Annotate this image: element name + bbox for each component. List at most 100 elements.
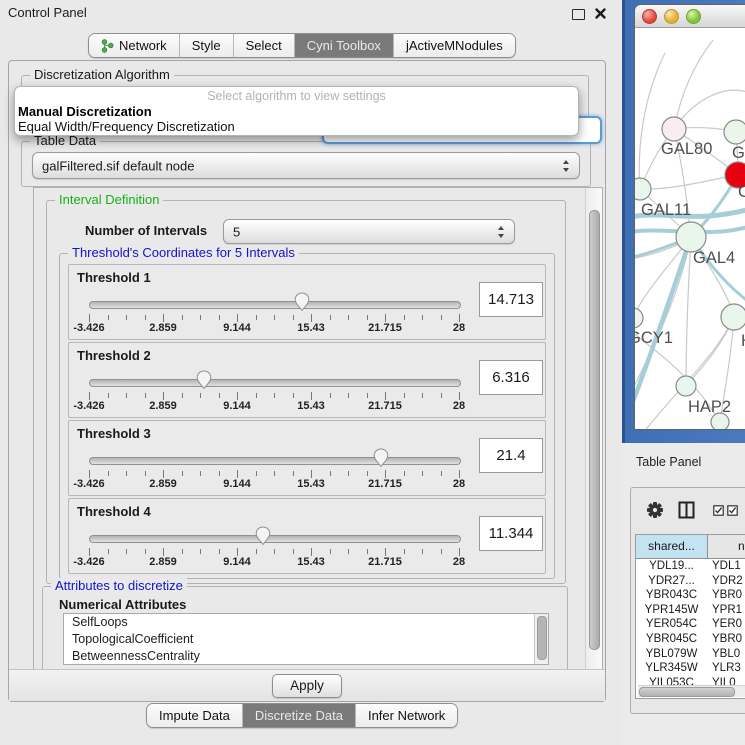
tab-infer-network[interactable]: Infer Network (356, 704, 457, 727)
cell-shared-name[interactable]: YER054C (636, 617, 707, 632)
node-table[interactable]: shared... na YDL19...YDL1YDR27...YDR2YBR… (635, 534, 745, 699)
network-node[interactable] (711, 413, 729, 429)
cell-name[interactable]: YBR0 (707, 588, 745, 603)
network-node-gcy1[interactable] (635, 308, 643, 328)
network-node-hap2[interactable] (676, 376, 696, 396)
popup-option-equal-width-frequency[interactable]: Equal Width/Frequency Discretization (18, 119, 235, 134)
tab-style[interactable]: Style (180, 34, 234, 57)
zoom-traffic-light[interactable] (686, 9, 701, 24)
slider-thumb[interactable] (196, 370, 212, 389)
table-hscrollbar-thumb[interactable] (639, 687, 735, 697)
network-canvas[interactable]: GAL80GCGAL11GAL4GCY1HHAP2 (635, 28, 745, 429)
tab-discretize-data[interactable]: Discretize Data (243, 704, 356, 727)
table-row[interactable]: YDR27...YDR2 (636, 574, 745, 589)
cell-name[interactable]: YDL1 (707, 559, 745, 574)
threshold-2-slider[interactable]: -3.4262.8599.14415.4321.71528 (89, 369, 469, 415)
column-header-name[interactable]: na (708, 535, 745, 558)
numerical-attributes-list[interactable]: SelfLoopsTopologicalCoefficientBetweenne… (63, 613, 549, 665)
slider-thumb[interactable] (255, 526, 271, 545)
threshold-4-slider[interactable]: -3.4262.8599.14415.4321.71528 (89, 525, 469, 571)
tab-jactivemnodules[interactable]: jActiveMNodules (394, 34, 515, 57)
network-node-gal80[interactable] (662, 117, 686, 141)
table-data-combo[interactable]: galFiltered.sif default node (32, 152, 580, 179)
close-panel-icon[interactable] (594, 7, 607, 20)
tab-cyni-toolbox[interactable]: Cyni Toolbox (295, 34, 394, 57)
minimize-traffic-light[interactable] (664, 9, 679, 24)
checkbox-icon[interactable] (713, 505, 724, 516)
attribute-list-item[interactable]: TopologicalCoefficient (64, 631, 548, 648)
network-node-g[interactable] (724, 120, 745, 144)
main-scrollbar[interactable] (585, 188, 602, 670)
network-window-titlebar[interactable] (635, 5, 745, 28)
slider-tick (256, 393, 257, 398)
slider-thumb[interactable] (294, 292, 310, 311)
cell-name[interactable]: YPR1 (707, 603, 745, 618)
network-node-h[interactable] (721, 304, 745, 330)
table-row[interactable]: YER054CYER0 (636, 617, 745, 632)
tab-network[interactable]: Network (89, 34, 180, 57)
threshold-1-slider[interactable]: -3.4262.8599.14415.4321.71528 (89, 291, 469, 337)
network-edge[interactable] (639, 53, 665, 189)
slider-tick (219, 315, 220, 320)
cell-shared-name[interactable]: YBR045C (636, 632, 707, 647)
cell-shared-name[interactable]: YDL19... (636, 559, 707, 574)
numerical-attributes-label: Numerical Attributes (59, 597, 186, 612)
table-row[interactable]: YLR345WYLR3 (636, 661, 745, 676)
cell-shared-name[interactable]: YDR27... (636, 574, 707, 589)
network-icon (101, 39, 114, 53)
slider-track[interactable] (89, 301, 461, 309)
cell-shared-name[interactable]: YBL079W (636, 647, 707, 662)
threshold-4-value-field[interactable]: 11.344 (479, 516, 543, 551)
cell-name[interactable]: YLR3 (707, 661, 745, 676)
cell-name[interactable]: YER0 (707, 617, 745, 632)
slider-track[interactable] (89, 379, 461, 387)
tab-impute-data[interactable]: Impute Data (147, 704, 243, 727)
threshold-3-slider[interactable]: -3.4262.8599.14415.4321.71528 (89, 447, 469, 493)
cell-name[interactable]: YDR2 (707, 574, 745, 589)
cell-name[interactable]: YBL0 (707, 647, 745, 662)
main-scrollbar-thumb[interactable] (589, 210, 600, 650)
number-of-intervals-combo[interactable]: 5 (223, 219, 515, 244)
table-row[interactable]: YDL19...YDL1 (636, 559, 745, 574)
slider-tick (219, 549, 220, 554)
discretization-algorithm-label: Discretization Algorithm (30, 67, 174, 82)
list-scrollbar-thumb[interactable] (537, 616, 547, 660)
threshold-1-value-field[interactable]: 14.713 (479, 282, 543, 317)
slider-tick-label: 9.144 (223, 322, 251, 334)
slider-tick (422, 315, 423, 320)
table-row[interactable]: YBR045CYBR0 (636, 632, 745, 647)
threshold-3-value-field[interactable]: 21.4 (479, 438, 543, 473)
network-edge[interactable] (686, 237, 691, 386)
tab-select[interactable]: Select (234, 34, 295, 57)
list-scrollbar[interactable] (534, 614, 548, 664)
slider-track[interactable] (89, 535, 461, 543)
cell-shared-name[interactable]: YPR145W (636, 603, 707, 618)
popup-option-manual-discretization[interactable]: Manual Discretization (18, 104, 152, 119)
close-traffic-light[interactable] (642, 9, 657, 24)
checkbox-icon[interactable] (727, 505, 738, 516)
attribute-list-item[interactable]: BetweennessCentrality (64, 648, 548, 665)
column-layout-icon[interactable] (678, 501, 695, 519)
cell-name[interactable]: YBR0 (707, 632, 745, 647)
cell-shared-name[interactable]: YLR345W (636, 661, 707, 676)
network-edge[interactable] (640, 175, 738, 189)
table-row[interactable]: YBL079WYBL0 (636, 647, 745, 662)
network-node-gal11[interactable] (635, 178, 651, 200)
table-row[interactable]: YPR145WYPR1 (636, 603, 745, 618)
network-node-gal4[interactable] (676, 222, 706, 252)
slider-tick (126, 471, 127, 476)
slider-track[interactable] (89, 457, 461, 465)
settings-gear-icon[interactable] (646, 501, 664, 519)
slider-thumb[interactable] (373, 448, 389, 467)
float-panel-icon[interactable] (572, 9, 585, 20)
attribute-list-item[interactable]: SelfLoops (64, 614, 548, 631)
threshold-2-value-field[interactable]: 6.316 (479, 360, 543, 395)
popup-placeholder-option[interactable]: Select algorithm to view settings (15, 89, 578, 103)
table-row[interactable]: YBR043CYBR0 (636, 588, 745, 603)
column-header-shared[interactable]: shared... (636, 535, 708, 558)
cell-shared-name[interactable]: YBR043C (636, 588, 707, 603)
apply-button[interactable]: Apply (272, 674, 342, 698)
table-horizontal-scrollbar[interactable] (638, 685, 745, 697)
network-edge[interactable] (674, 40, 713, 129)
table-panel: Table Panel (622, 443, 745, 745)
